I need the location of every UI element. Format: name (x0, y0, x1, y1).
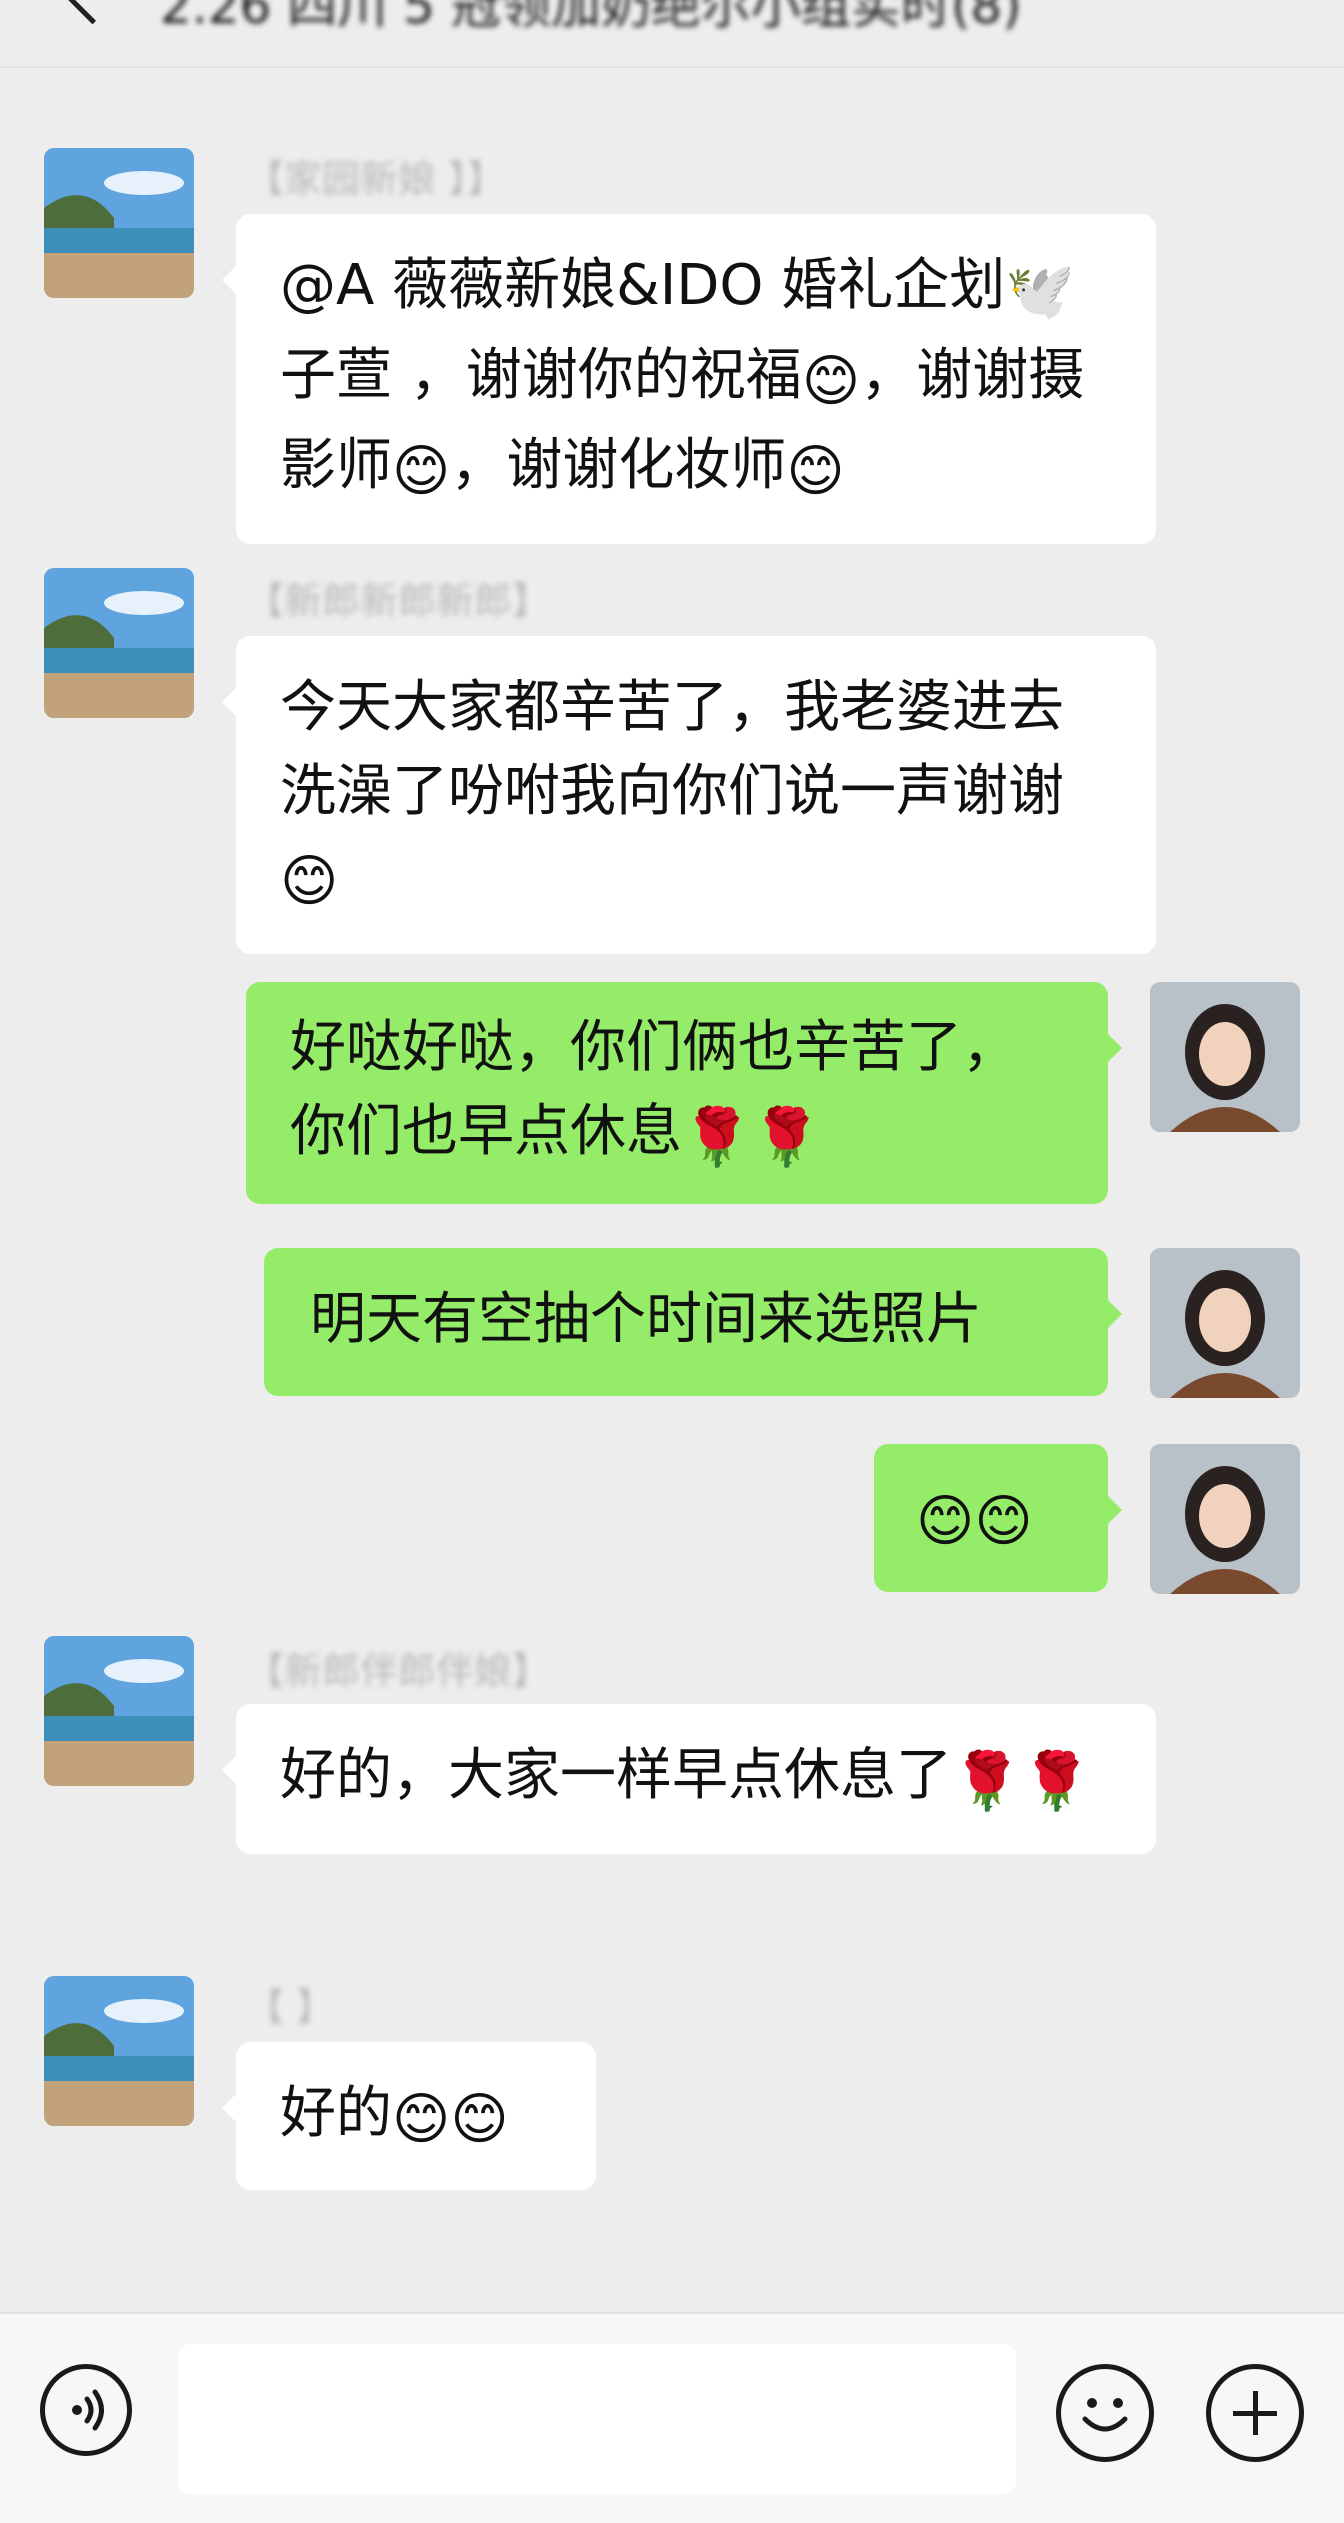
message-text: ，谢谢化妆师 (450, 433, 787, 498)
woman-avatar-icon (1150, 982, 1300, 1132)
rose-icon: 🌹 (751, 1105, 822, 1170)
woman-avatar-icon (1150, 1444, 1300, 1594)
sender-name: 【 】 (246, 1985, 335, 2029)
back-arrow-icon[interactable] (60, 0, 125, 25)
smile-icon: 😊 (801, 349, 861, 414)
sender-name: 【新郎新郎新郎】 (246, 579, 551, 623)
top-bar: 2.26 四川 5 冠领加奶绝尔小组实时(8) (0, 0, 1344, 68)
chat-title: 2.26 四川 5 冠领加奶绝尔小组实时(8) (160, 0, 1022, 35)
beach-avatar-icon (44, 568, 194, 718)
avatar-beach[interactable] (44, 1976, 194, 2126)
woman-avatar-icon (1150, 1248, 1300, 1398)
message-text: 好的，大家一样早点休息了 (280, 1743, 952, 1808)
beach-avatar-icon (44, 1636, 194, 1786)
message-bubble[interactable]: 好的😊😊 (222, 2042, 596, 2190)
input-bar (0, 2312, 1344, 2523)
sender-name: 【家园新娘 】】 (246, 157, 506, 201)
avatar-beach[interactable] (44, 1636, 194, 1786)
beach-avatar-icon (44, 1976, 194, 2126)
message-text: 子萱 ，谢谢你的祝福 (280, 343, 802, 408)
emoji-button[interactable] (1056, 2364, 1154, 2462)
avatar-beach[interactable] (44, 148, 194, 298)
message-bubble-self[interactable]: 好哒好哒，你们俩也辛苦了，你们也早点休息🌹🌹 (246, 982, 1122, 1204)
rose-icon: 🌹 (1021, 1749, 1092, 1814)
dove-icon: 🕊️ (1005, 259, 1076, 324)
message-text: 今天大家都辛苦了，我老婆进去洗澡了吩咐我向你们说一声谢谢 (280, 675, 1064, 824)
message-bubble[interactable]: 好的，大家一样早点休息了🌹🌹 (222, 1704, 1156, 1854)
smile-icon: 😊 (280, 849, 339, 914)
rose-icon: 🌹 (682, 1105, 752, 1170)
smile-icon: 😊 (450, 2087, 509, 2152)
beach-avatar-icon (44, 148, 194, 298)
smile-icon: 😊 (392, 2087, 451, 2152)
message-input[interactable] (178, 2344, 1016, 2494)
avatar-self[interactable] (1150, 982, 1300, 1132)
emoji-icon (1082, 2398, 1128, 2432)
voice-button[interactable] (40, 2364, 132, 2456)
smile-icon: 😊 (786, 439, 845, 504)
message-bubble[interactable]: 今天大家都辛苦了，我老婆进去洗澡了吩咐我向你们说一声谢谢 😊 (222, 636, 1156, 954)
plus-button[interactable] (1206, 2364, 1304, 2462)
message-bubble-self[interactable]: 😊😊 (874, 1444, 1122, 1592)
avatar-beach[interactable] (44, 568, 194, 718)
smile-icon: 😊 (974, 1489, 1033, 1554)
avatar-self[interactable] (1150, 1444, 1300, 1594)
sender-name: 【新郎伴郎伴娘】 (246, 1649, 551, 1693)
message-bubble[interactable]: @A 薇薇新娘&IDO 婚礼企划🕊️子萱 ，谢谢你的祝福😊，谢谢摄影师😊，谢谢化… (222, 214, 1156, 544)
message-bubble-self[interactable]: 明天有空抽个时间来选照片 (264, 1248, 1122, 1396)
message-text: 明天有空抽个时间来选照片 (310, 1287, 982, 1352)
voice-icon (72, 2389, 104, 2431)
avatar-self[interactable] (1150, 1248, 1300, 1398)
message-text: 好的 (280, 2081, 392, 2146)
smile-icon: 😊 (392, 439, 451, 504)
message-text: @A 薇薇新娘&IDO 婚礼企划 (280, 253, 1006, 318)
message-text: 好哒好哒，你们俩也辛苦了，你们也早点休息 (290, 1015, 1018, 1164)
smile-icon: 😊 (916, 1489, 975, 1554)
rose-icon: 🌹 (952, 1749, 1022, 1814)
